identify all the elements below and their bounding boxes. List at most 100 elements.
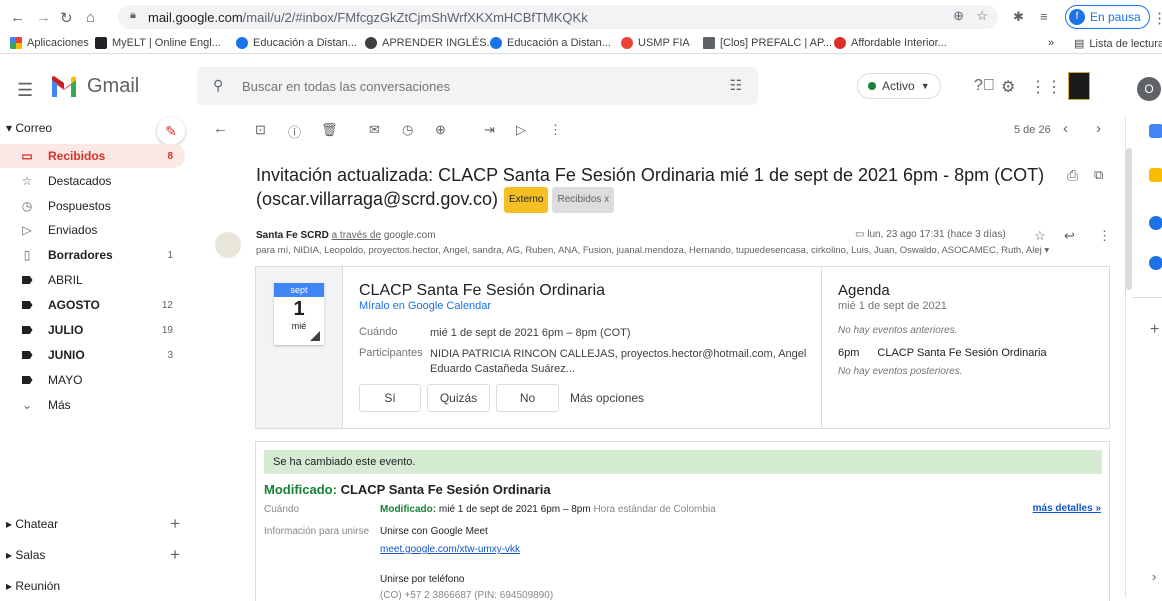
sidebar-item-mayo[interactable]: MAYO [0,368,185,392]
side-panel: + › [1125,117,1162,598]
bookmark-myelt[interactable]: MyELT | Online Engl... [95,37,221,49]
zoom-icon[interactable]: ⊕ [953,8,964,24]
reply-icon[interactable]: ↩ [1064,228,1075,244]
message-more-icon[interactable]: ⋮ [1098,228,1111,244]
edu-icon [236,37,248,49]
bookmark-star-icon[interactable]: ☆ [976,8,988,24]
star-icon: ☆ [21,174,33,188]
view-in-calendar-link[interactable]: Míralo en Google Calendar [359,300,491,312]
mark-unread-icon[interactable]: ✉ [369,122,380,138]
older-icon[interactable]: › [1096,120,1101,137]
tasks-app-icon[interactable] [1149,216,1162,230]
mail-section-toggle[interactable]: ▾ Correo [6,121,52,135]
organization-logo[interactable] [1068,72,1090,100]
snooze-icon[interactable]: ◷ [402,122,413,138]
newer-icon[interactable]: ‹ [1063,120,1068,137]
more-options-button[interactable]: Más opciones [570,391,644,405]
forward-icon[interactable]: → [36,9,51,26]
sidebar-item-inbox[interactable]: ▭ Recibidos 8 [0,144,185,168]
calendar-app-icon[interactable] [1149,124,1162,138]
settings-gear-icon[interactable]: ⚙ [1001,77,1015,97]
bookmark-prefalc[interactable]: [Clos] PREFALC | AP... [703,37,832,49]
bookmark-edu-2[interactable]: Educación a Distan... [490,37,611,49]
message-toolbar: ← ⊡ ⓘ 🗑︎ ✉ ◷ ⊕ ⇥ ▷ ⋮ 5 de 26 ‹ › [197,117,1125,145]
sender-name[interactable]: Santa Fe SCRD [256,230,329,241]
rsvp-yes-button[interactable]: Sí [359,384,421,412]
rooms-section[interactable]: ▸ Salas + [6,545,186,565]
label-icon [21,326,33,334]
sidebar-item-abril[interactable]: ABRIL [0,268,185,292]
sidebar-item-junio[interactable]: JUNIO 3 [0,343,185,367]
bookmark-edu-1[interactable]: Educación a Distan... [236,37,357,49]
user-avatar[interactable]: O [1137,77,1161,101]
label-icon [21,276,33,284]
affordable-icon [834,37,846,49]
report-spam-icon[interactable]: ⓘ [288,122,301,141]
prefalc-icon [703,37,715,49]
sidebar-item-starred[interactable]: ☆ Destacados [0,169,185,193]
more-actions-icon[interactable]: ⋮ [549,122,562,138]
address-bar[interactable]: 🔒︎ mail.google.com/mail/u/2/#inbox/FMfcg… [118,5,998,29]
sidebar-item-agosto[interactable]: AGOSTO 12 [0,293,185,317]
participants-value[interactable]: NIDIA PATRICIA RINCON CALLEJAS, proyecto… [430,347,810,377]
sidebar-item-snoozed[interactable]: ◷ Pospuestos [0,194,185,218]
expand-panel-icon[interactable]: › [1152,569,1156,584]
delete-icon[interactable]: 🗑︎ [321,122,338,138]
profile-paused-button[interactable]: f En pausa [1065,5,1150,29]
status-button[interactable]: Activo ▼ [857,73,941,99]
print-icon[interactable]: ⎙ [1067,167,1078,184]
sidebar-item-julio[interactable]: JULIO 19 [0,318,185,342]
move-to-icon[interactable]: ⇥ [484,122,495,138]
contacts-app-icon[interactable] [1149,256,1162,270]
new-chat-icon[interactable]: + [170,514,180,534]
rsvp-no-button[interactable]: No [496,384,559,412]
double-chevron-icon: » [1048,37,1055,49]
search-icon[interactable]: ⚲ [213,77,223,94]
change-banner: Se ha cambiado este evento. [264,450,1102,474]
sidebar-item-more[interactable]: ⌄ Más [0,393,185,417]
bookmark-affordable[interactable]: Affordable Interior... [834,37,947,49]
chat-section[interactable]: ▸ Chatear + [6,514,186,534]
inbox-label-chip[interactable]: Recibidos x [552,187,615,214]
rsvp-maybe-button[interactable]: Quizás [427,384,490,412]
paused-label: En pausa [1090,10,1141,24]
via-link[interactable]: a través de [332,230,381,241]
back-to-inbox-icon[interactable]: ← [213,120,228,137]
meet-link[interactable]: meet.google.com/xtw-umxy-vkk [380,544,520,555]
phone-line[interactable]: (CO) +57 2 3866687 (PIN: 694509890) [380,590,553,601]
reading-list-icon[interactable]: ≡ [1040,9,1048,24]
change-when-value: Modificado: mié 1 de sept de 2021 6pm – … [380,504,716,515]
recipients[interactable]: para mí, NIDIA, Leopoldo, proyectos.hect… [256,245,1056,256]
bookmarks-overflow[interactable]: » [1048,37,1054,49]
extensions-icon[interactable]: ✱ [1013,9,1024,25]
meeting-section[interactable]: ▸ Reunión [6,579,186,593]
list-icon: ▤ [1074,38,1085,50]
back-icon[interactable]: ← [10,9,25,26]
reading-list-link[interactable]: ▤ Lista de lectura [1074,37,1162,51]
agenda-event: 6pm CLACP Santa Fe Sesión Ordinaria [838,347,1047,359]
compose-button[interactable]: ✎ [157,117,185,145]
sidebar-item-sent[interactable]: ▷ Enviados [0,218,185,242]
main-menu-icon[interactable]: ☰ [17,80,33,101]
add-task-icon[interactable]: ⊕ [435,122,446,138]
more-details-link[interactable]: más detalles » [1033,503,1101,514]
search-input[interactable] [242,76,692,96]
star-message-icon[interactable]: ☆ [1034,228,1046,244]
new-room-icon[interactable]: + [170,545,180,565]
bookmark-ingles[interactable]: APRENDER INGLÉS... [365,37,496,49]
search-options-icon[interactable]: ☷ [729,77,742,94]
reload-icon[interactable]: ↻ [60,9,73,27]
open-new-window-icon[interactable]: ⧉ [1094,167,1103,183]
clock-icon: ◷ [21,199,33,213]
browser-menu-icon[interactable]: ⋮ [1152,9,1162,27]
bookmark-usmp[interactable]: USMP FIA [621,37,690,49]
gmail-logo[interactable]: Gmail [50,75,139,98]
help-icon[interactable]: ?⃝ [974,77,995,95]
add-addon-icon[interactable]: + [1150,321,1159,339]
home-icon[interactable]: ⌂ [86,9,95,26]
label-as-icon[interactable]: ▷ [516,122,526,138]
keep-app-icon[interactable] [1149,168,1162,182]
sidebar-item-drafts[interactable]: ▯ Borradores 1 [0,243,185,267]
archive-icon[interactable]: ⊡ [255,122,266,138]
bookmark-apps[interactable]: Aplicaciones [10,37,89,49]
